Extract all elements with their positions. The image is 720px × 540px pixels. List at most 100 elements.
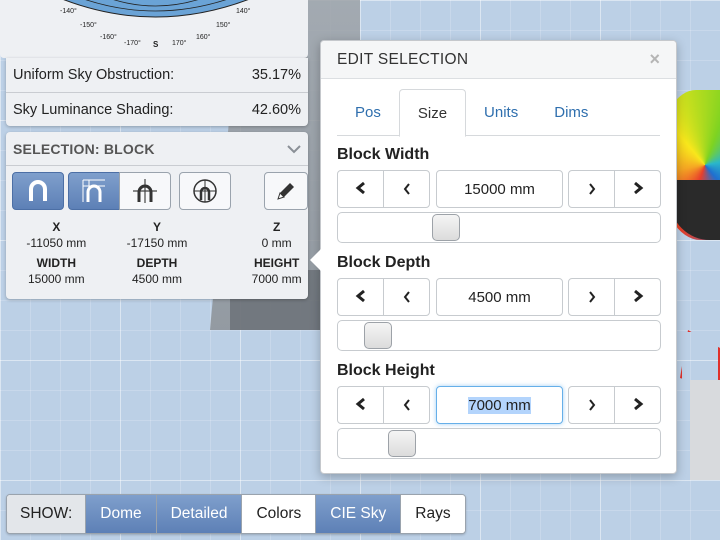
close-icon[interactable]: × xyxy=(649,49,660,70)
show-toggle-bar: SHOW: Dome Detailed Colors CIE Sky Rays xyxy=(6,494,466,534)
selection-panel: SELECTION: BLOCK X Y Z -11050 mm -17150 … xyxy=(6,132,308,299)
slider-handle[interactable] xyxy=(388,430,416,457)
double-chevron-right-icon xyxy=(631,178,645,201)
block-width-slider[interactable] xyxy=(337,212,661,243)
input-value: 15000 mm xyxy=(464,180,535,198)
toggle-rays[interactable]: Rays xyxy=(400,495,465,533)
sun-path-compass: -140° -150° -160° -170° S 170° 160° 150°… xyxy=(0,0,308,58)
compass-tick: -170° xyxy=(124,40,141,47)
dome-base xyxy=(670,180,720,240)
chevron-left-icon xyxy=(402,178,412,201)
globe-icon xyxy=(192,178,218,204)
edit-selection-dialog: EDIT SELECTION × Pos Size Units Dims Blo… xyxy=(310,40,677,474)
input-value-selected: 7000 mm xyxy=(468,396,531,414)
toggle-dome[interactable]: Dome xyxy=(85,495,156,533)
height-label: HEIGHT xyxy=(253,256,300,270)
edit-selection-header: EDIT SELECTION × xyxy=(321,41,676,79)
edit-button[interactable] xyxy=(264,172,308,210)
increase-button[interactable] xyxy=(568,170,615,208)
snap-object-button[interactable] xyxy=(119,172,171,210)
stat-luminance-shading: Sky Luminance Shading: 42.60% xyxy=(6,92,308,126)
coord-z-value: 0 mm xyxy=(261,236,292,250)
depth-label: DEPTH xyxy=(136,256,178,270)
compass-tick: 140° xyxy=(236,8,251,15)
double-chevron-left-icon xyxy=(354,178,368,201)
block-height-input[interactable]: 7000 mm xyxy=(436,386,563,424)
compass-tick: -150° xyxy=(80,22,97,29)
chevron-right-icon xyxy=(587,394,597,417)
fast-decrease-button[interactable] xyxy=(337,386,384,424)
increase-button[interactable] xyxy=(568,386,615,424)
pencil-icon xyxy=(275,180,297,202)
tab-dims[interactable]: Dims xyxy=(536,89,606,136)
magnet-icon xyxy=(27,179,49,203)
stat-sky-obstruction: Uniform Sky Obstruction: 35.17% xyxy=(6,58,308,92)
width-value: 15000 mm xyxy=(27,272,85,286)
slider-handle[interactable] xyxy=(364,322,392,349)
toggle-detailed[interactable]: Detailed xyxy=(155,495,242,533)
increase-button[interactable] xyxy=(568,278,615,316)
snap-object-icon xyxy=(132,178,158,204)
stat-value: 42.60% xyxy=(251,101,301,118)
compass-tick: -140° xyxy=(60,8,77,15)
popover-arrow xyxy=(310,249,321,271)
block-height-stepper: 7000 mm xyxy=(337,386,661,424)
block-height-slider[interactable] xyxy=(337,428,661,459)
compass-tick: -160° xyxy=(100,34,117,41)
toggle-cie-sky[interactable]: CIE Sky xyxy=(315,495,401,533)
block-width-input[interactable]: 15000 mm xyxy=(436,170,563,208)
chevron-right-icon xyxy=(587,286,597,309)
block-depth-stepper: 4500 mm xyxy=(337,278,661,316)
double-chevron-right-icon xyxy=(631,286,645,309)
magnet-button[interactable] xyxy=(12,172,64,210)
compass-tick: 150° xyxy=(216,22,231,29)
stat-value: 35.17% xyxy=(251,67,301,83)
globe-snap-button[interactable] xyxy=(179,172,231,210)
coord-y-value: -17150 mm xyxy=(126,236,188,250)
fast-decrease-button[interactable] xyxy=(337,278,384,316)
edit-tabs: Pos Size Units Dims xyxy=(337,89,660,137)
tab-size[interactable]: Size xyxy=(398,89,467,137)
toggle-colors[interactable]: Colors xyxy=(241,495,316,533)
block-height-label: Block Height xyxy=(337,362,435,379)
coord-y-label: Y xyxy=(152,220,161,234)
block-depth-label: Block Depth xyxy=(337,254,431,271)
fast-increase-button[interactable] xyxy=(614,170,661,208)
compass-tick: 170° xyxy=(172,40,187,47)
shading-stats-panel: Uniform Sky Obstruction: 35.17% Sky Lumi… xyxy=(6,58,308,126)
chevron-left-icon xyxy=(402,394,412,417)
snap-grid-icon xyxy=(81,178,107,204)
block-depth-slider[interactable] xyxy=(337,320,661,351)
decrease-button[interactable] xyxy=(383,386,430,424)
decrease-button[interactable] xyxy=(383,278,430,316)
slider-handle[interactable] xyxy=(432,214,460,241)
compass-tick: 160° xyxy=(196,34,211,41)
snap-grid-button[interactable] xyxy=(68,172,120,210)
selection-header[interactable]: SELECTION: BLOCK xyxy=(6,132,308,166)
coord-z-label: Z xyxy=(272,220,281,234)
decrease-button[interactable] xyxy=(383,170,430,208)
coord-x-value: -11050 mm xyxy=(26,236,87,250)
width-label: WIDTH xyxy=(36,256,76,270)
dialog-title: EDIT SELECTION xyxy=(337,50,469,68)
block-depth-input[interactable]: 4500 mm xyxy=(436,278,563,316)
chevron-right-icon xyxy=(587,178,597,201)
depth-value: 4500 mm xyxy=(131,272,182,286)
fast-decrease-button[interactable] xyxy=(337,170,384,208)
show-label: SHOW: xyxy=(7,495,86,533)
height-value: 7000 mm xyxy=(251,272,302,286)
double-chevron-left-icon xyxy=(354,286,368,309)
tab-pos[interactable]: Pos xyxy=(337,89,399,136)
selection-title: SELECTION: BLOCK xyxy=(13,140,155,157)
chevron-down-icon[interactable] xyxy=(287,141,301,157)
fast-increase-button[interactable] xyxy=(614,386,661,424)
compass-south: S xyxy=(153,40,159,49)
chevron-left-icon xyxy=(402,286,412,309)
input-value: 4500 mm xyxy=(468,288,531,306)
tab-units[interactable]: Units xyxy=(466,89,536,136)
selection-toolbar xyxy=(12,172,308,210)
stat-label: Sky Luminance Shading: xyxy=(13,101,174,118)
fast-increase-button[interactable] xyxy=(614,278,661,316)
block-width-stepper: 15000 mm xyxy=(337,170,661,208)
selection-coordinates: X Y Z -11050 mm -17150 mm 0 mm WIDTH DEP… xyxy=(6,220,308,292)
